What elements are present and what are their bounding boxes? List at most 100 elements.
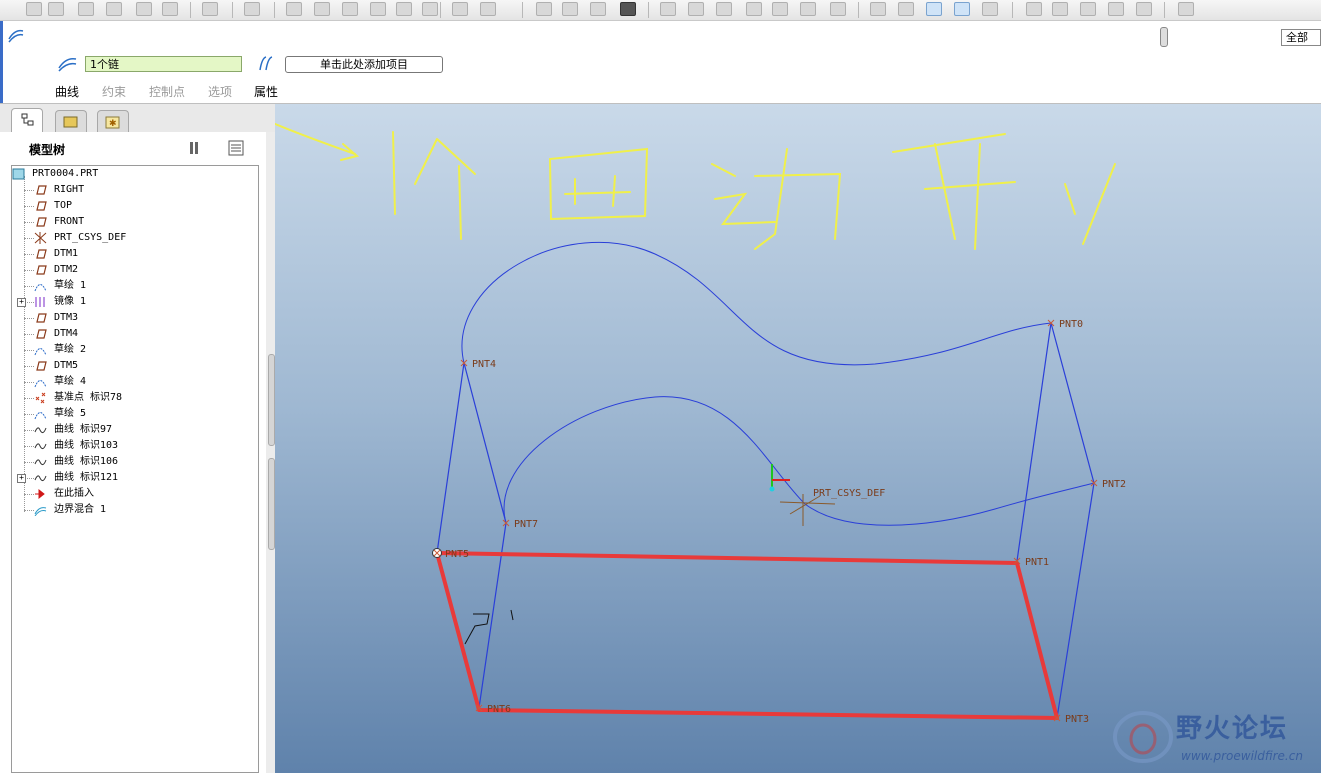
navigator-tabs: ✱ [0, 104, 275, 132]
toolbar-tool-icon[interactable] [772, 2, 788, 16]
tree-item-label: DTM1 [54, 248, 79, 259]
sash-grip-upper[interactable] [268, 354, 275, 446]
tree-item-label: 草绘 5 [54, 408, 87, 419]
toolbar-tool-icon[interactable] [870, 2, 886, 16]
toolbar-separator [522, 2, 523, 18]
sash-grip-lower[interactable] [268, 458, 275, 550]
tree-expander[interactable]: + [17, 298, 26, 307]
toolbar-tool-icon[interactable] [1052, 2, 1068, 16]
svg-text:✱: ✱ [109, 119, 117, 129]
toolbar-tool-icon[interactable] [162, 2, 178, 16]
datum-plane-icon [36, 329, 47, 339]
toolbar-tool-icon[interactable] [1136, 2, 1152, 16]
toolbar-tool-icon[interactable] [136, 2, 152, 16]
folder-icon [63, 116, 78, 128]
toolbar-tool-icon[interactable] [898, 2, 914, 16]
toolbar-tool-icon[interactable] [202, 2, 218, 16]
datum-point[interactable]: PNT2 [1090, 479, 1126, 490]
csys-label: PRT_CSYS_DEF [813, 488, 885, 499]
toolbar-tool-icon[interactable] [452, 2, 468, 16]
tree-item-label: 草绘 2 [54, 344, 87, 355]
mirror-icon [35, 297, 45, 307]
tree-connector [24, 206, 34, 207]
tab-folder-browser[interactable] [55, 110, 87, 132]
toolbar-tool-icon[interactable] [590, 2, 606, 16]
toolbar-tool-icon[interactable] [342, 2, 358, 16]
tree-connector [24, 494, 34, 495]
tree-item-label: 草绘 4 [54, 376, 87, 387]
datum-point[interactable]: PNT7 [502, 519, 538, 530]
tree-connector [24, 190, 34, 191]
tree-item-label: DTM4 [54, 328, 79, 339]
graphics-viewport[interactable]: PRT_CSYS_DEF PNT0 PNT1 PNT2 PNT3 PNT4 PNT5 PNT… [275, 104, 1321, 773]
tree-expander[interactable]: + [17, 474, 26, 483]
toolbar-tool-icon[interactable] [562, 2, 578, 16]
toolbar-tool-icon[interactable] [314, 2, 330, 16]
toolbar-tool-icon[interactable] [926, 2, 942, 16]
tree-connector [24, 350, 34, 351]
toolbar-separator [440, 2, 441, 18]
toolbar-separator [232, 2, 233, 18]
upper-boundary-curve[interactable] [461, 242, 1052, 366]
filter-select[interactable]: 全部 [1281, 29, 1321, 46]
tree-connector [24, 462, 34, 463]
toolbar-tool-icon[interactable] [78, 2, 94, 16]
toolbar-tool-icon[interactable] [982, 2, 998, 16]
toolbar-tool-icon[interactable] [1108, 2, 1124, 16]
datum-point[interactable]: PNT0 [1047, 319, 1083, 330]
toolbar-tool-icon[interactable] [396, 2, 412, 16]
toolbar-tool-icon[interactable] [1026, 2, 1042, 16]
tab-favorites[interactable]: ✱ [97, 110, 129, 132]
tab-options[interactable]: 选项 [208, 83, 232, 100]
tree-connector [24, 446, 34, 447]
toolbar-separator [1164, 2, 1165, 18]
tab-curves[interactable]: 曲线 [55, 83, 79, 100]
tree-connector [24, 430, 34, 431]
main-toolbar [0, 0, 1321, 21]
tab-control-points[interactable]: 控制点 [149, 83, 185, 100]
toolbar-tool-icon[interactable] [746, 2, 762, 16]
selected-chain[interactable] [435, 551, 1059, 720]
tree-item-label: 镜像 1 [54, 296, 87, 307]
curve-icon [34, 427, 47, 434]
toolbar-tool-icon[interactable] [422, 2, 438, 16]
toolbar-tool-icon[interactable] [1178, 2, 1194, 16]
toolbar-tool-icon[interactable] [244, 2, 260, 16]
first-direction-chain-field[interactable]: 1个链 [85, 56, 242, 72]
toolbar-tool-icon[interactable] [800, 2, 816, 16]
toolbar-tool-icon[interactable] [26, 2, 42, 16]
toolbar-tool-icon[interactable] [660, 2, 676, 16]
tab-constraints[interactable]: 约束 [102, 83, 126, 100]
settings-icon[interactable] [186, 139, 208, 157]
datum-plane-icon [36, 201, 47, 211]
datum-point[interactable]: PNT3 [1053, 714, 1089, 725]
datum-plane-icon [36, 313, 47, 323]
tab-model-tree[interactable] [11, 108, 43, 132]
show-menu-icon[interactable] [227, 139, 249, 157]
second-direction-icon[interactable] [256, 54, 278, 72]
panel-sash[interactable] [266, 132, 275, 773]
toolbar-tool-icon[interactable] [688, 2, 704, 16]
boundary-blend-icon [8, 29, 24, 43]
toolbar-tool-icon[interactable] [716, 2, 732, 16]
tab-properties[interactable]: 属性 [254, 83, 278, 100]
tree-item-label: 曲线 标识97 [54, 424, 113, 435]
model-geometry[interactable]: PRT_CSYS_DEF PNT0 PNT1 PNT2 PNT3 PNT4 PNT5 PNT… [275, 104, 1321, 773]
first-direction-icon[interactable] [57, 54, 79, 72]
toolbar-tool-icon[interactable] [48, 2, 64, 16]
datum-point[interactable]: PNT4 [460, 359, 496, 370]
toolbar-tool-icon[interactable] [830, 2, 846, 16]
toolbar-tool-icon[interactable] [106, 2, 122, 16]
toolbar-tool-icon[interactable] [954, 2, 970, 16]
toolbar-tool-icon[interactable] [620, 2, 636, 16]
boundary-blend-icon [34, 507, 47, 516]
second-direction-add-field[interactable]: 单击此处添加项目 [285, 56, 443, 73]
toolbar-tool-icon[interactable] [286, 2, 302, 16]
datum-point-label: PNT7 [514, 519, 538, 530]
toolbar-tool-icon[interactable] [1080, 2, 1096, 16]
toolbar-tool-icon[interactable] [370, 2, 386, 16]
toolbar-tool-icon[interactable] [480, 2, 496, 16]
toolbar-tool-icon[interactable] [536, 2, 552, 16]
datum-plane-icon [36, 217, 47, 227]
lower-boundary-curve[interactable] [503, 396, 1095, 526]
